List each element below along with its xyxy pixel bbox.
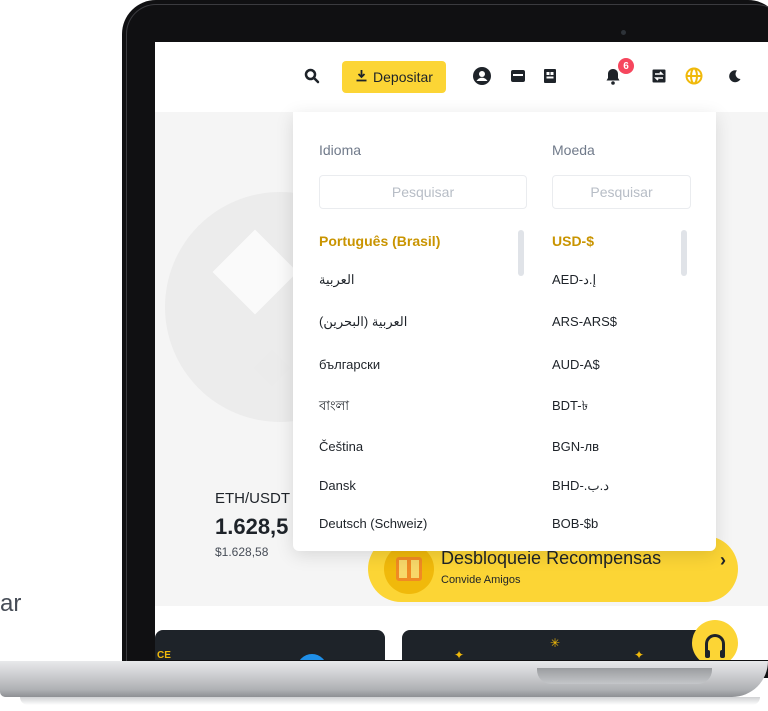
currency-option[interactable]: ARS-ARS$ — [552, 314, 617, 329]
language-option[interactable]: български — [319, 357, 380, 372]
language-search-input[interactable] — [319, 175, 527, 209]
deposit-label: Depositar — [373, 69, 433, 85]
language-scrollbar[interactable] — [518, 230, 524, 276]
top-bar: Depositar 6 — [155, 42, 768, 112]
search-icon[interactable] — [302, 66, 322, 86]
sparkle-icon: ✦ — [454, 648, 465, 660]
currency-search-input[interactable] — [552, 175, 691, 209]
headset-icon — [705, 634, 725, 658]
laptop-base-notch — [537, 668, 712, 684]
promo-card-left-label: CE — [157, 650, 171, 660]
language-option[interactable]: বাংলা — [319, 397, 349, 418]
currency-option[interactable]: AED-إ.د — [552, 272, 596, 288]
laptop-screen: Depositar 6 ETH/USDT 1.628,5 $1.628,58 D… — [155, 42, 768, 660]
chevron-right-icon: › — [720, 550, 726, 570]
promo-card-right[interactable]: ✦ ✳ ✦ — [402, 630, 712, 660]
gift-icon — [384, 544, 434, 594]
language-option[interactable]: Português (Brasil) — [319, 233, 440, 249]
reward-subtitle: Convide Amigos — [441, 574, 521, 586]
support-button[interactable] — [692, 620, 738, 660]
currency-option[interactable]: BGN-лв — [552, 439, 599, 454]
camera — [621, 30, 626, 35]
side-text: ar — [0, 590, 22, 617]
ticker-fiat: $1.628,58 — [215, 545, 269, 559]
notification-badge: 6 — [618, 58, 634, 74]
reward-title: Desbloqueie Recompensas — [441, 548, 662, 568]
language-option[interactable]: Dansk — [319, 478, 356, 493]
currency-option[interactable]: AUD-A$ — [552, 357, 600, 372]
currency-option[interactable]: USD-$ — [552, 233, 594, 249]
language-heading: Idioma — [319, 142, 362, 158]
language-currency-dropdown: Idioma Moeda Português (Brasil) العربية … — [293, 112, 716, 551]
transfer-icon[interactable] — [649, 66, 669, 86]
language-option[interactable]: Čeština — [319, 439, 363, 454]
deposit-button[interactable]: Depositar — [342, 61, 446, 93]
currency-option[interactable]: BHD-.د.ب — [552, 478, 609, 494]
language-option[interactable]: العربية — [319, 272, 355, 288]
ticker-pair[interactable]: ETH/USDT — [215, 490, 290, 507]
promo-card-left[interactable] — [155, 630, 385, 660]
globe-icon[interactable] — [684, 66, 704, 86]
language-option[interactable]: العربية (البحرين) — [319, 314, 407, 330]
orders-icon[interactable] — [540, 66, 560, 86]
user-icon[interactable] — [472, 66, 492, 86]
currency-scrollbar[interactable] — [681, 230, 687, 276]
laptop-shadow — [20, 697, 760, 705]
sparkle-icon: ✳ — [550, 636, 561, 650]
download-icon — [355, 69, 368, 85]
moon-icon[interactable] — [725, 66, 745, 86]
currency-option[interactable]: BDT-৳ — [552, 397, 588, 418]
wallet-icon[interactable] — [508, 66, 528, 86]
currency-option[interactable]: BOB-$b — [552, 516, 598, 531]
language-option[interactable]: Deutsch (Schweiz) — [319, 516, 427, 531]
ticker-price: 1.628,5 — [215, 514, 289, 539]
currency-heading: Moeda — [552, 142, 595, 158]
sparkle-icon: ✦ — [634, 648, 645, 660]
